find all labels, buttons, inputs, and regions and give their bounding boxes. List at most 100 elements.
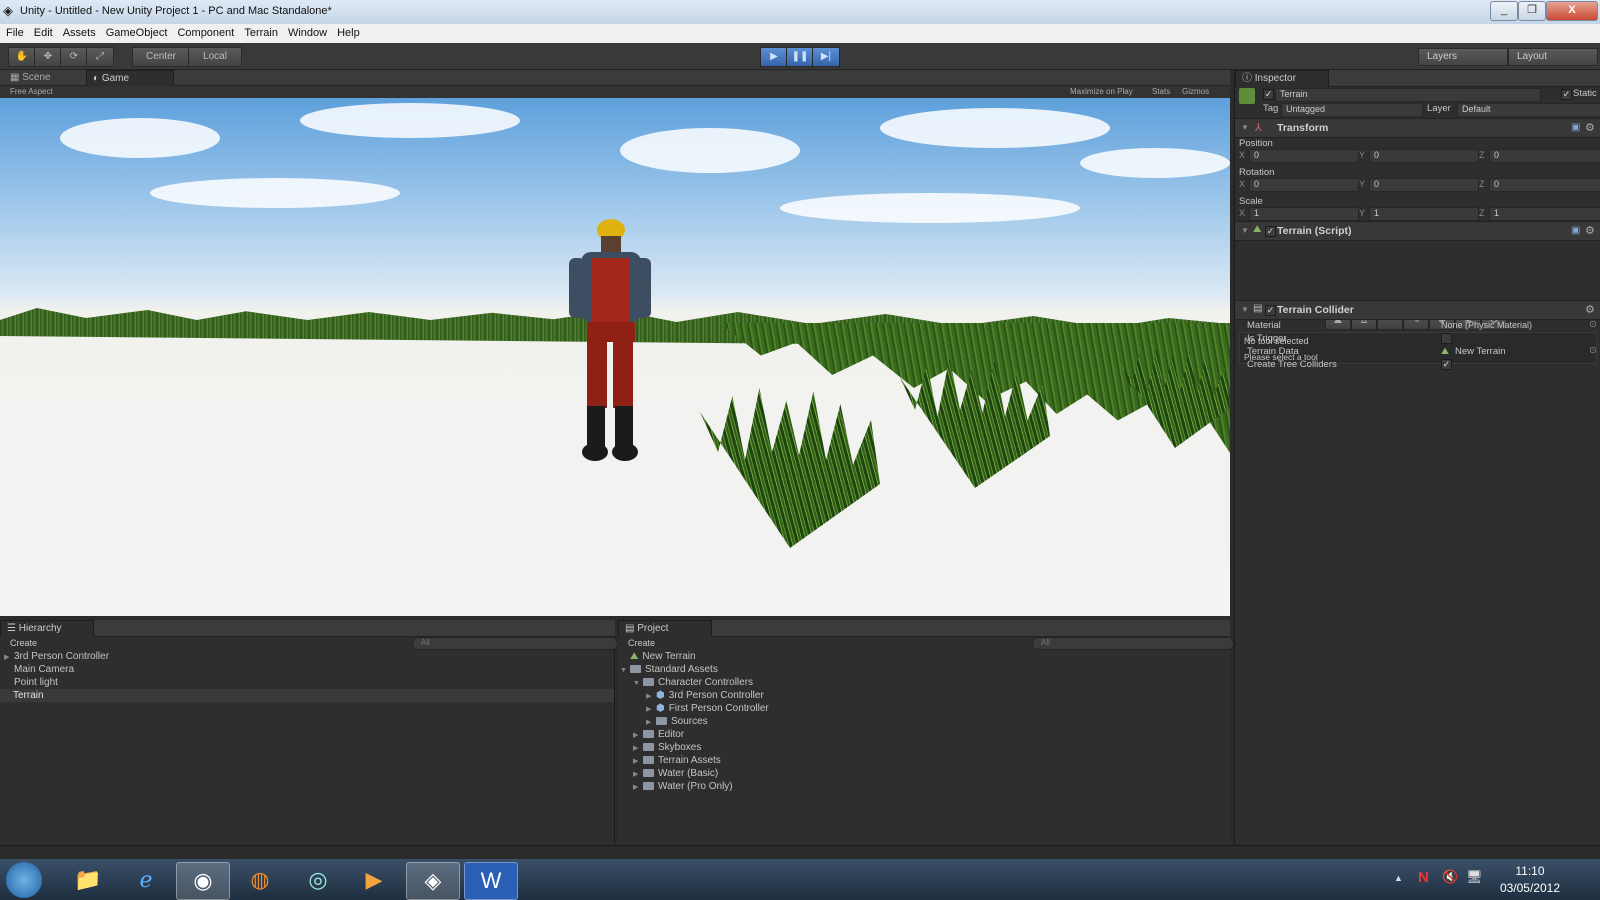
project-item[interactable]: ⛰ New Terrain [630,650,696,663]
gear-icon[interactable]: ⚙ [1585,224,1595,237]
is-trigger-checkbox[interactable] [1441,333,1452,344]
project-item[interactable]: ▶ Water (Pro Only) [633,780,733,793]
unity-taskbar-icon[interactable]: ◈ [406,862,460,900]
menu-terrain[interactable]: Terrain [239,24,283,43]
maximize-on-play-toggle[interactable]: Maximize on Play [1070,86,1133,98]
tab-scene[interactable]: ▦ Scene [4,70,57,86]
stats-toggle[interactable]: Stats [1152,86,1170,98]
tab-hierarchy[interactable]: ☰ Hierarchy [0,620,94,637]
rotate-tool-icon[interactable]: ⟳ [60,47,88,67]
object-name-field[interactable]: Terrain [1275,88,1541,102]
object-picker-icon[interactable]: ⊙ [1589,319,1597,330]
menu-file[interactable]: File [0,24,29,43]
project-item[interactable]: ▶ ⬢ First Person Controller [646,702,769,715]
layout-dropdown[interactable]: Layout [1508,48,1598,66]
project-item[interactable]: ▼ Character Controllers [633,676,753,689]
collapse-arrow-icon[interactable]: ▼ [1241,123,1249,132]
collapse-arrow-icon[interactable]: ▼ [1241,305,1249,314]
tab-game[interactable]: ◐ Game [86,70,174,87]
maximize-button[interactable]: ❐ [1518,1,1546,21]
hierarchy-search-input[interactable]: All [412,637,618,650]
move-tool-icon[interactable]: ✥ [34,47,62,67]
terrain-script-header[interactable]: ▼ ⛰ ✓ Terrain (Script) ▣ ⚙ [1235,221,1600,241]
play-button-icon[interactable]: ▶ [760,47,788,67]
firefox-icon[interactable]: ◍ [234,862,286,898]
terrain-collider-enabled-checkbox[interactable]: ✓ [1265,305,1276,316]
rotation-x-field[interactable]: 0 [1249,178,1359,192]
active-checkbox[interactable]: ✓ [1263,89,1274,100]
step-button-icon[interactable]: ▶| [812,47,840,67]
media-player-icon[interactable]: ▶ [348,862,400,898]
static-checkbox[interactable]: ✓ [1561,89,1572,100]
menu-component[interactable]: Component [172,24,239,43]
word-icon[interactable]: W [464,862,518,900]
create-tree-colliders-checkbox[interactable]: ✓ [1441,359,1452,370]
layer-dropdown[interactable]: Default [1457,103,1600,117]
gear-icon[interactable]: ⚙ [1585,303,1595,316]
help-book-icon[interactable]: ▣ [1571,122,1580,133]
pivot-local-button[interactable]: Local [188,47,242,67]
volume-tray-icon[interactable]: 🔇 [1442,869,1458,885]
hierarchy-item-selected[interactable]: Terrain [0,689,614,702]
project-search-input[interactable]: All [1032,637,1234,650]
terrain-script-enabled-checkbox[interactable]: ✓ [1265,226,1276,237]
start-button-icon[interactable] [6,862,42,898]
menu-assets[interactable]: Assets [58,24,101,43]
cloud [300,103,520,138]
help-book-icon[interactable]: ▣ [1571,225,1580,236]
minimize-button[interactable]: _ [1490,1,1518,21]
player-character[interactable] [565,218,655,478]
tab-project[interactable]: ▤ Project [618,620,712,637]
menu-window[interactable]: Window [283,24,332,43]
aspect-dropdown[interactable]: Free Aspect [10,86,53,98]
project-item[interactable]: ▼ Standard Assets [620,663,718,676]
hierarchy-item[interactable]: ▶ 3rd Person Controller [4,650,109,663]
object-picker-icon[interactable]: ⊙ [1589,345,1597,356]
hand-tool-icon[interactable]: ✋ [8,47,36,67]
material-field[interactable]: None (Physic Material) [1441,320,1532,330]
rotation-z-field[interactable]: 0 [1489,178,1600,192]
collapse-arrow-icon[interactable]: ▼ [1241,226,1249,235]
network-tray-icon[interactable]: 🖥 [1466,869,1483,885]
layers-dropdown[interactable]: Layers [1418,48,1508,66]
antivirus-tray-icon[interactable]: N [1418,869,1429,886]
position-y-field[interactable]: 0 [1369,149,1479,163]
gear-icon[interactable]: ⚙ [1585,121,1595,134]
project-item[interactable]: ▶ Terrain Assets [633,754,721,767]
close-button[interactable]: X [1546,1,1598,21]
tag-dropdown[interactable]: Untagged [1281,103,1423,117]
scale-z-field[interactable]: 1 [1489,207,1600,221]
hierarchy-item[interactable]: Point light [14,676,58,689]
pause-button-icon[interactable]: ❚❚ [786,47,814,67]
project-item[interactable]: ▶ ⬢ 3rd Person Controller [646,689,764,702]
internet-explorer-icon[interactable]: ℯ [120,862,172,898]
network-app-icon[interactable]: ◎ [292,862,344,898]
hierarchy-create-button[interactable]: Create [10,638,37,648]
hierarchy-item[interactable]: Main Camera [14,663,74,676]
system-clock[interactable]: 11:10 03/05/2012 [1500,863,1560,897]
gizmos-toggle[interactable]: Gizmos [1182,86,1209,98]
show-hidden-icons-icon[interactable]: ▲ [1394,873,1403,883]
scale-y-field[interactable]: 1 [1369,207,1479,221]
tab-inspector[interactable]: ⓘ Inspector [1235,70,1329,87]
menu-gameobject[interactable]: GameObject [101,24,173,43]
terrain-collider-header[interactable]: ▼ ▤ ✓ Terrain Collider ⚙ [1235,300,1600,320]
terrain-data-field[interactable]: New Terrain [1455,346,1506,357]
scale-x-field[interactable]: 1 [1249,207,1359,221]
file-explorer-icon[interactable]: 📁 [62,862,114,898]
project-item[interactable]: ▶ Skyboxes [633,741,701,754]
rotation-y-field[interactable]: 0 [1369,178,1479,192]
project-item[interactable]: ▶ Water (Basic) [633,767,718,780]
menu-help[interactable]: Help [332,24,365,43]
scale-tool-icon[interactable]: ⤢ [86,47,114,67]
chrome-icon[interactable]: ◉ [176,862,230,900]
project-item[interactable]: ▶ Sources [646,715,708,728]
menu-edit[interactable]: Edit [29,24,58,43]
transform-header[interactable]: ▼ ⅄ Transform ▣ ⚙ [1235,118,1600,138]
pivot-center-button[interactable]: Center [132,47,190,67]
project-create-button[interactable]: Create [628,638,655,648]
game-viewport[interactable] [0,98,1230,616]
project-item[interactable]: ▶ Editor [633,728,684,741]
position-z-field[interactable]: 0 [1489,149,1600,163]
position-x-field[interactable]: 0 [1249,149,1359,163]
